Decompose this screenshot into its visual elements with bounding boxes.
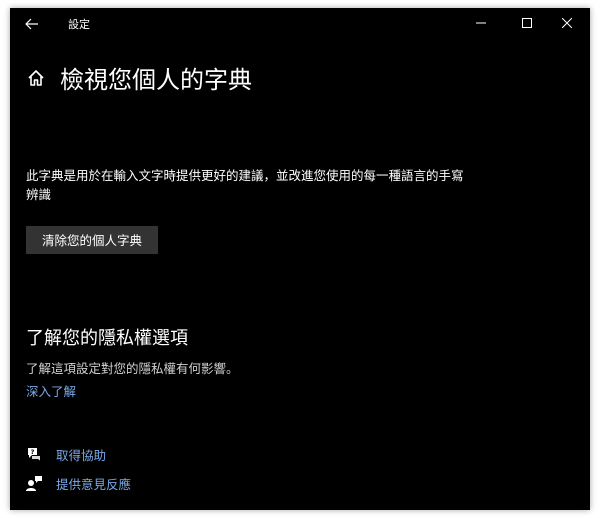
home-icon [28, 70, 44, 86]
window-title: 設定 [68, 18, 90, 31]
maximize-icon [522, 18, 532, 28]
close-button[interactable] [544, 8, 590, 38]
svg-text:?: ? [31, 448, 35, 456]
feedback-label: 提供意見反應 [56, 477, 132, 492]
settings-window: 設定 檢視您個人的字典 此字典是用於在輸入文字時提供更好的建議，並改進您使用的每… [10, 8, 590, 510]
close-icon [562, 18, 572, 28]
minimize-button[interactable] [458, 8, 504, 38]
privacy-heading: 了解您的隱私權選項 [26, 328, 188, 349]
page-title: 檢視您個人的字典 [60, 66, 252, 94]
clear-dictionary-button[interactable]: 清除您的個人字典 [26, 226, 158, 254]
feedback-icon [26, 476, 42, 491]
back-arrow-icon [25, 18, 38, 30]
learn-more-link[interactable]: 深入了解 [26, 381, 76, 400]
get-help-label: 取得協助 [56, 448, 107, 463]
back-button[interactable] [20, 14, 44, 34]
privacy-description: 了解這項設定對您的隱私權有何影響。 [26, 361, 239, 376]
dictionary-description: 此字典是用於在輸入文字時提供更好的建議，並改進您使用的每一種語言的手寫辨識 [26, 168, 464, 202]
title-bar: 設定 [10, 8, 590, 38]
help-chat-icon: ? [28, 448, 40, 461]
minimize-icon [476, 22, 486, 24]
